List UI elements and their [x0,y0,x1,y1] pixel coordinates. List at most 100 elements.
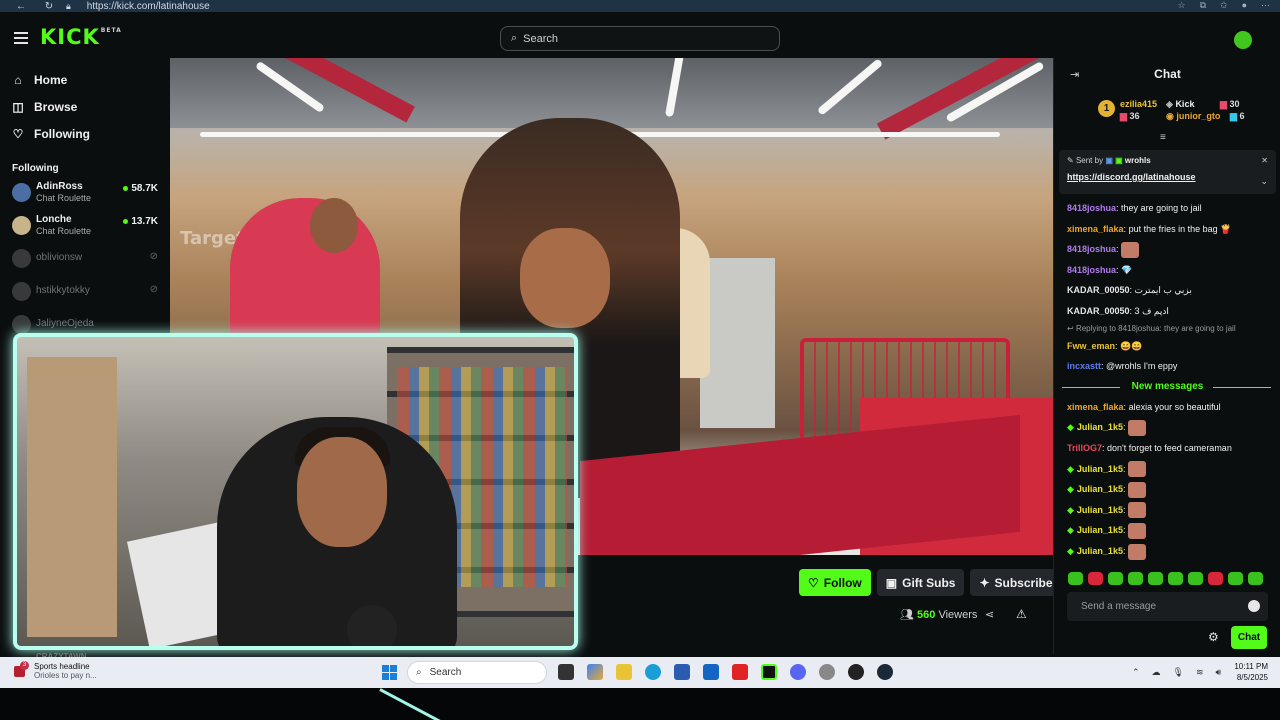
microphone-icon[interactable]: 🎙︎ [1173,667,1184,678]
emote-button[interactable] [1208,572,1223,585]
wifi-icon[interactable]: ≋ [1196,667,1204,678]
sidebar-item-home[interactable]: ⌂ Home [0,66,170,93]
emote-button[interactable] [1128,572,1143,585]
chat-message: ◆ Julian_1k5: [1054,500,1280,521]
heart-icon: ♡ [12,126,24,141]
store-icon[interactable] [674,664,690,680]
emote-bar [1068,572,1263,585]
emoji-icon[interactable] [1248,600,1260,612]
avatar [12,216,31,235]
address-bar[interactable]: https://kick.com/latinahouse [87,1,210,12]
chat-message: KADAR_00050: ادپم ف 3 [1067,305,1169,316]
notification-badge: 3 [20,661,29,670]
followed-channel[interactable]: Lonche Chat Roulette 13.7K [0,211,170,240]
pinned-link[interactable]: https://discord.gg/latinahouse [1067,172,1268,182]
taskbar-apps [558,664,893,680]
youtube-icon[interactable] [732,664,748,680]
outlook-icon[interactable] [703,664,719,680]
search-icon: ⌕ [416,667,422,678]
chevron-up-icon[interactable]: ⌃ [1132,667,1140,678]
chat-message: ◆ Julian_1k5: [1054,417,1280,438]
followed-channel[interactable]: AdinRoss Chat Roulette 58.7K [0,178,170,207]
user-avatar[interactable] [1234,31,1252,49]
chat-input-box[interactable] [1067,592,1268,621]
share-icon[interactable]: ⋖ [985,608,994,621]
send-chat-button[interactable]: Chat [1231,626,1267,649]
taskbar-clock[interactable]: 10:11 PM 8/5/2025 [1232,661,1268,683]
obs-icon[interactable] [848,664,864,680]
volume-icon[interactable]: 🔊︎ [1216,667,1222,678]
avatar [12,183,31,202]
report-icon[interactable]: ⚠ [1016,607,1027,621]
follow-button[interactable]: ♡ Follow [799,569,871,596]
lock-icon[interactable]: 🔒︎ [66,1,71,12]
unpin-icon[interactable]: ✕ [1261,156,1268,165]
steam-icon[interactable] [877,664,893,680]
windows-taskbar: 3 Sports headline Orioles to pay n... ⌕ … [0,657,1280,688]
settings-icon[interactable] [819,664,835,680]
favorites-icon[interactable]: ✩ [1220,0,1228,11]
emote-button[interactable] [1188,572,1203,585]
badge-icon: ◆ [1067,422,1074,433]
avatar [12,282,31,301]
gift-leaderboard: 1 ezilia415 ▆ 36 ◈ Kick ▆ 30 ◉ junior_gt… [1094,96,1274,130]
system-tray: ⌃ ☁ 🎙︎ ≋ 🔊︎ [1132,667,1221,678]
discord-icon[interactable] [790,664,806,680]
chat-title: Chat [1154,67,1181,81]
webcam-overlay [13,333,578,650]
users-icon: 👥︎ [900,609,914,621]
extensions-icon[interactable]: ⧉ [1200,0,1206,11]
taskbar-search[interactable]: ⌕ Search [407,661,547,684]
offline-icon: ⊘ [149,284,158,295]
emote-button[interactable] [1108,572,1123,585]
refresh-icon[interactable]: ↻ [42,1,56,12]
emote-button[interactable] [1148,572,1163,585]
edge-icon[interactable] [645,664,661,680]
live-dot-icon [123,218,129,224]
subscribe-button[interactable]: ✦ Subscribe [970,569,1062,596]
site-header: KICKBETA ⌕ [0,12,1280,58]
file-explorer-icon[interactable] [616,664,632,680]
kick-logo[interactable]: KICKBETA [40,25,122,49]
live-dot-icon [123,185,129,191]
windows-start-icon[interactable] [382,665,397,680]
gift-subs-button[interactable]: ▣ Gift Subs [876,569,965,596]
followed-channel[interactable]: hstikkytokky ⊘ [0,277,170,306]
viewer-count: 13.7K [123,216,158,227]
emote-button[interactable] [1068,572,1083,585]
star-icon[interactable]: ☆ [1178,0,1186,11]
emote-button[interactable] [1168,572,1183,585]
star-icon: ✦ [979,575,990,590]
sidebar-item-following[interactable]: ♡ Following [0,120,170,147]
badge-icon: ◆ [1067,504,1074,515]
chat-message: incxastt: @wrohls I'm eppy [1067,361,1178,372]
news-widget[interactable]: 3 Sports headline Orioles to pay n... [14,661,97,680]
menu-icon[interactable] [14,32,28,47]
task-view-icon[interactable] [558,664,574,680]
sidebar-item-browse[interactable]: ◫ Browse [0,93,170,120]
followed-channel[interactable]: oblivionsw ⊘ [0,244,170,273]
emote-button[interactable] [1088,572,1103,585]
search-input[interactable] [523,32,764,45]
kick-app-icon[interactable] [761,664,777,680]
chat-panel: ⇥ Chat 1 ezilia415 ▆ 36 ◈ Kick ▆ 30 ◉ ju… [1053,58,1280,654]
profile-icon[interactable]: ● [1242,0,1247,11]
back-icon[interactable]: ← [14,1,28,12]
search-bar[interactable]: ⌕ [500,26,780,51]
chat-message: KADAR_00050: بزبي ب ايمترت [1067,285,1192,296]
copilot-icon[interactable] [587,664,603,680]
more-icon[interactable]: ⋯ [1261,0,1270,11]
chevron-down-icon[interactable]: ⌄ [1260,176,1268,187]
search-icon: ⌕ [511,32,518,44]
chat-input[interactable] [1081,601,1251,612]
pin-icon: ✎ [1067,156,1074,165]
chat-message: ◆ Julian_1k5: [1054,479,1280,500]
viewer-count: 👥︎ 560 Viewers [900,609,978,621]
gear-icon[interactable]: ⚙ [1208,630,1219,644]
emote-button[interactable] [1248,572,1263,585]
badge-icon: ◆ [1067,545,1074,556]
following-header: Following [12,163,59,174]
expand-leaderboard-icon[interactable]: ≡ [1160,132,1166,143]
emote-button[interactable] [1228,572,1243,585]
cloud-icon[interactable]: ☁ [1152,667,1161,678]
